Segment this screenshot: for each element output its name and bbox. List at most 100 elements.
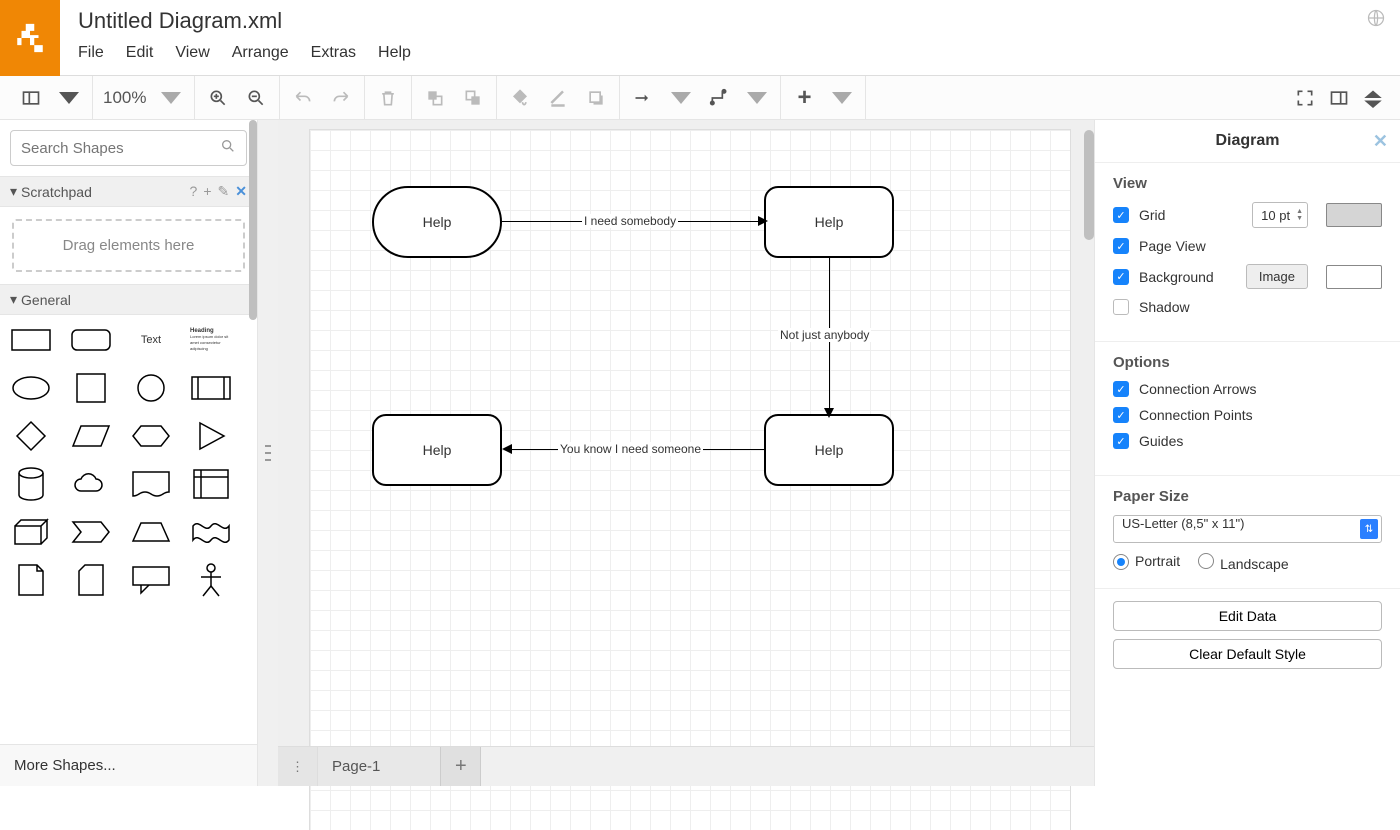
shape-hexagon[interactable] [130, 421, 172, 451]
landscape-radio[interactable]: Landscape [1198, 553, 1289, 572]
edge-label[interactable]: Not just anybody [778, 328, 871, 342]
zoom-level[interactable]: 100% [103, 88, 146, 108]
shape-cube[interactable] [10, 517, 52, 547]
scratchpad-header[interactable]: ▾Scratchpad ? + ✎ ✕ [0, 176, 257, 207]
scratchpad-add-icon[interactable]: + [203, 183, 211, 200]
sidebar-toggle-dropdown[interactable] [56, 85, 82, 111]
undo-button[interactable] [290, 85, 316, 111]
paper-size-select[interactable]: US-Letter (8,5" x 11") ⇅ [1113, 515, 1382, 543]
scratchpad-close-icon[interactable]: ✕ [235, 183, 247, 200]
left-splitter[interactable] [258, 120, 278, 786]
grid-color-swatch[interactable] [1326, 203, 1382, 227]
menu-view[interactable]: View [175, 44, 209, 62]
diagram-node[interactable]: Help [764, 186, 894, 258]
logo[interactable] [0, 0, 60, 76]
format-panel-close-icon[interactable]: ✕ [1373, 131, 1388, 152]
shape-diamond[interactable] [10, 421, 52, 451]
waypoints-dropdown[interactable] [744, 85, 770, 111]
shape-cloud[interactable] [70, 469, 112, 499]
to-back-button[interactable] [460, 85, 486, 111]
insert-dropdown[interactable] [829, 85, 855, 111]
diagram-node[interactable]: Help [372, 186, 502, 258]
add-page-button[interactable]: + [441, 747, 481, 786]
shape-step[interactable] [70, 517, 112, 547]
zoom-dropdown[interactable] [158, 85, 184, 111]
shadow-button[interactable] [583, 85, 609, 111]
scratchpad-help-icon[interactable]: ? [190, 183, 198, 200]
diagram-node[interactable]: Help [764, 414, 894, 486]
shape-square[interactable] [70, 373, 112, 403]
shape-cylinder[interactable] [10, 469, 52, 499]
shape-triangle[interactable] [190, 421, 232, 451]
guides-checkbox[interactable]: ✓ [1113, 433, 1129, 449]
redo-button[interactable] [328, 85, 354, 111]
shape-circle[interactable] [130, 373, 172, 403]
more-shapes-button[interactable]: More Shapes... [0, 744, 257, 786]
waypoints-button[interactable] [706, 85, 732, 111]
menu-file[interactable]: File [78, 44, 104, 62]
edge-label[interactable]: You know I need someone [558, 442, 703, 456]
fill-color-button[interactable] [507, 85, 533, 111]
shape-note[interactable] [10, 565, 52, 595]
line-color-button[interactable] [545, 85, 571, 111]
menu-help[interactable]: Help [378, 44, 411, 62]
fullscreen-button[interactable] [1292, 85, 1318, 111]
shape-parallelogram[interactable] [70, 421, 112, 451]
shape-actor[interactable] [190, 565, 232, 595]
globe-icon[interactable] [1366, 8, 1386, 31]
shadow-checkbox[interactable]: ✓ [1113, 299, 1129, 315]
shape-process[interactable] [190, 373, 232, 403]
portrait-radio[interactable]: Portrait [1113, 553, 1180, 572]
document-title[interactable]: Untitled Diagram.xml [78, 8, 1366, 34]
header: Untitled Diagram.xml File Edit View Arra… [0, 0, 1400, 76]
shape-heading[interactable]: HeadingLorem ipsum dolor sit amet consec… [190, 325, 232, 355]
edge-label[interactable]: I need somebody [582, 214, 678, 228]
menu-arrange[interactable]: Arrange [232, 44, 289, 62]
clear-style-button[interactable]: Clear Default Style [1113, 639, 1382, 669]
page-canvas[interactable]: Help Help Help Help I need somebody Not … [310, 130, 1070, 830]
shape-document[interactable] [130, 469, 172, 499]
format-panel: Diagram ✕ View ✓ Grid 10 pt ▲▼ ✓ Page Vi… [1094, 120, 1400, 786]
format-panel-button[interactable] [1326, 85, 1352, 111]
delete-button[interactable] [375, 85, 401, 111]
background-color-swatch[interactable] [1326, 265, 1382, 289]
general-header[interactable]: ▾General [0, 284, 257, 315]
sidebar-toggle-button[interactable] [18, 85, 44, 111]
scratchpad-dropzone[interactable]: Drag elements here [12, 219, 245, 272]
menu-extras[interactable]: Extras [311, 44, 356, 62]
zoom-out-button[interactable] [243, 85, 269, 111]
connection-dropdown[interactable] [668, 85, 694, 111]
pageview-checkbox[interactable]: ✓ [1113, 238, 1129, 254]
shape-rectangle[interactable] [10, 325, 52, 355]
menu-edit[interactable]: Edit [126, 44, 154, 62]
to-front-button[interactable] [422, 85, 448, 111]
shape-text[interactable]: Text [130, 325, 172, 355]
tab-menu-button[interactable]: ⋮ [278, 747, 318, 786]
shape-rounded-rectangle[interactable] [70, 325, 112, 355]
edit-data-button[interactable]: Edit Data [1113, 601, 1382, 631]
search-shapes-input[interactable] [10, 130, 247, 166]
background-image-button[interactable]: Image [1246, 264, 1308, 289]
page-tab[interactable]: Page-1 [318, 747, 441, 786]
shape-callout[interactable] [130, 565, 172, 595]
search-shapes-field[interactable] [21, 140, 220, 157]
conn-points-checkbox[interactable]: ✓ [1113, 407, 1129, 423]
shape-ellipse[interactable] [10, 373, 52, 403]
insert-button[interactable]: + [791, 85, 817, 111]
shape-trapezoid[interactable] [130, 517, 172, 547]
shape-tape[interactable] [190, 517, 232, 547]
conn-arrows-checkbox[interactable]: ✓ [1113, 381, 1129, 397]
connection-button[interactable] [630, 85, 656, 111]
shape-card[interactable] [70, 565, 112, 595]
guides-label: Guides [1139, 433, 1183, 449]
shape-internal-storage[interactable] [190, 469, 232, 499]
collapse-button[interactable] [1360, 85, 1386, 111]
zoom-in-button[interactable] [205, 85, 231, 111]
scratchpad-edit-icon[interactable]: ✎ [218, 183, 230, 200]
background-checkbox[interactable]: ✓ [1113, 269, 1129, 285]
grid-size-input[interactable]: 10 pt ▲▼ [1252, 202, 1308, 228]
canvas-scrollbar-v[interactable] [1084, 130, 1094, 240]
scratchpad-label: Scratchpad [21, 184, 92, 200]
grid-checkbox[interactable]: ✓ [1113, 207, 1129, 223]
diagram-node[interactable]: Help [372, 414, 502, 486]
